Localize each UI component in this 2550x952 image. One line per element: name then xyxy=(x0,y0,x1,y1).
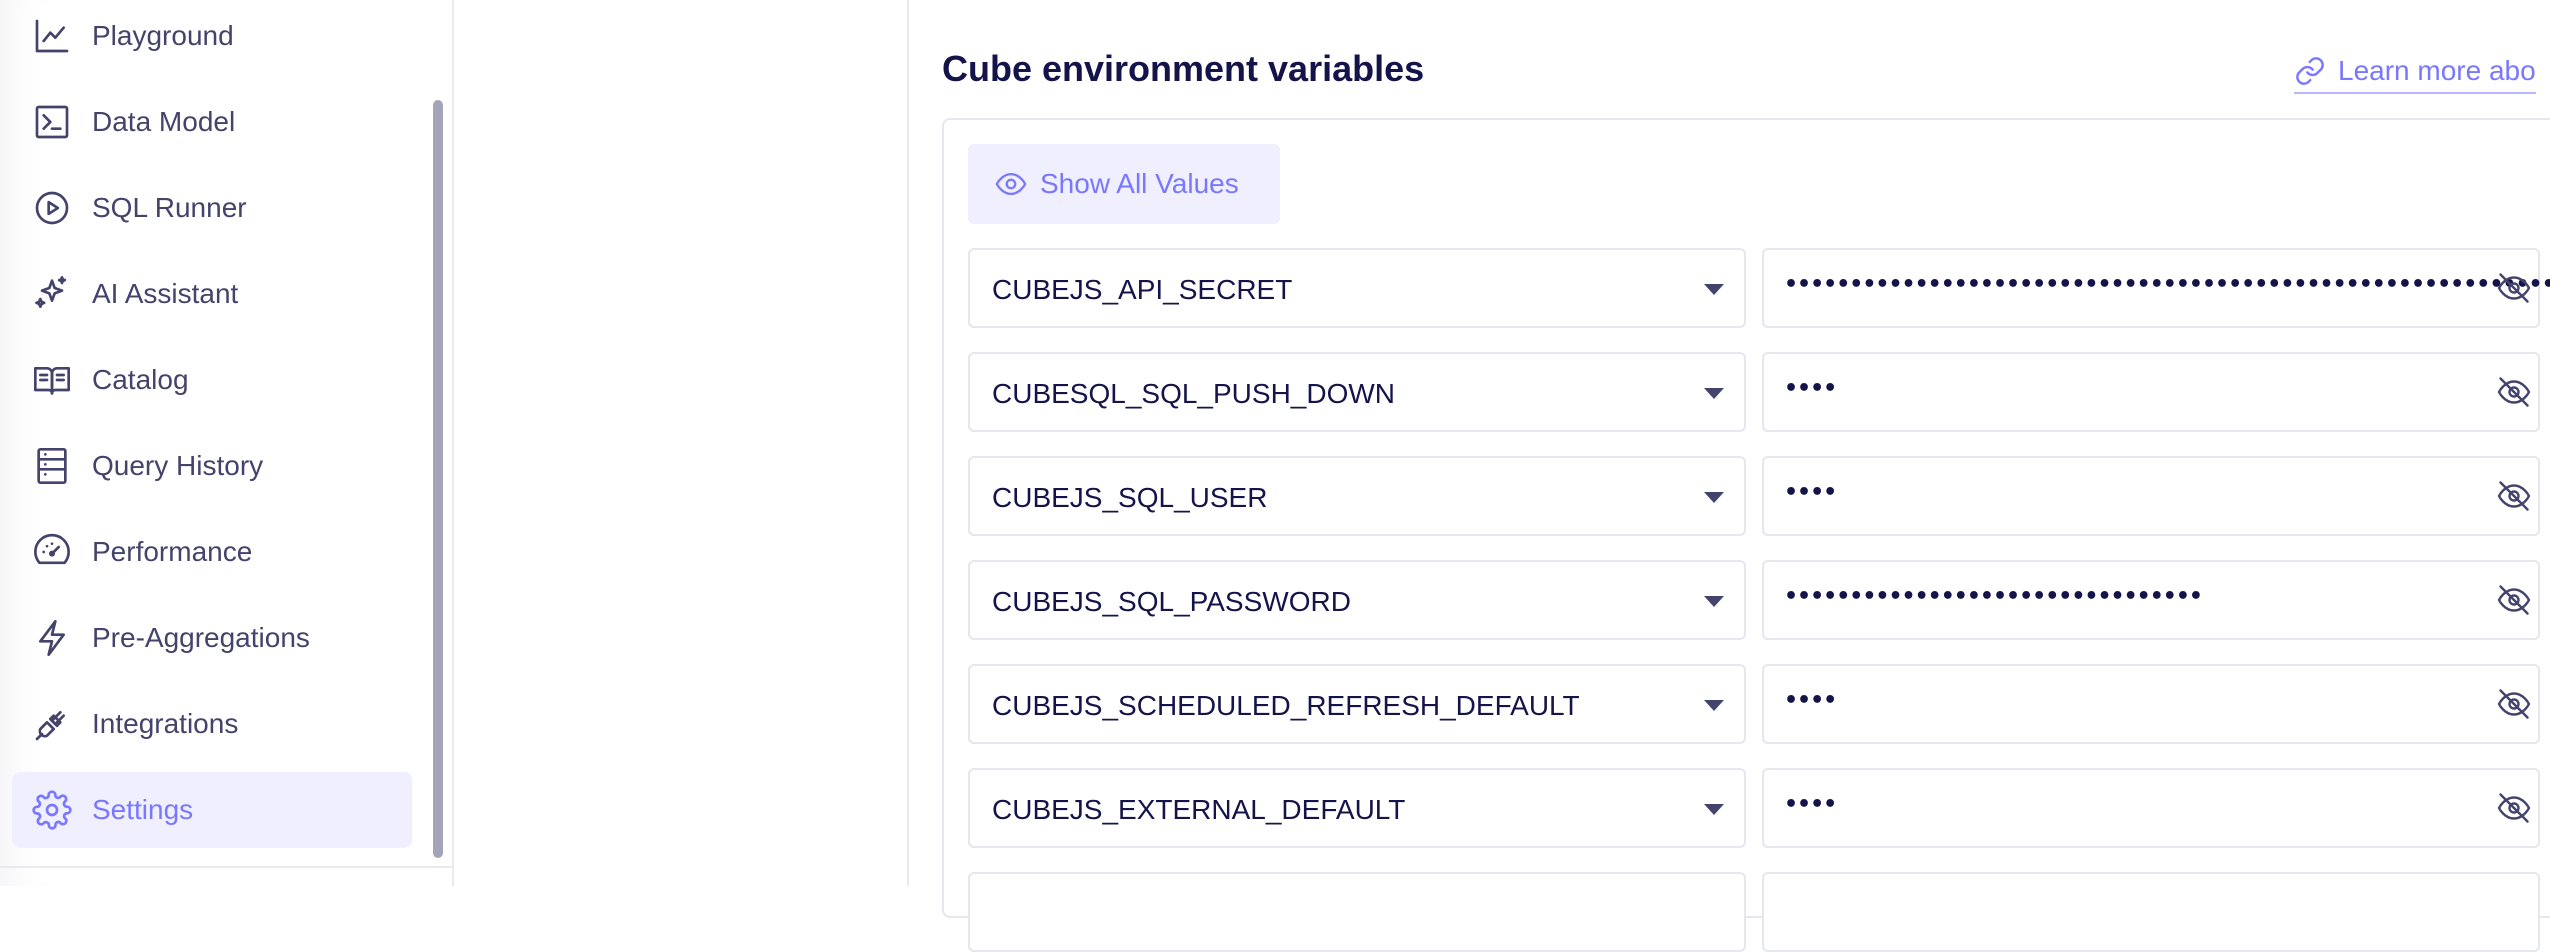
lightning-icon xyxy=(32,618,72,658)
env-var-key: CUBEJS_SQL_USER xyxy=(992,482,1268,513)
sidebar-bottom-divider xyxy=(0,866,452,868)
plug-icon xyxy=(32,704,72,744)
terminal-icon xyxy=(32,102,72,142)
section-title: Cube environment variables xyxy=(942,48,1425,89)
sidebar-item-settings[interactable]: Settings xyxy=(12,772,412,848)
env-var-row: CUBEJS_SQL_PASSWORD ••••••••••••••••••••… xyxy=(968,560,2550,640)
env-var-row: CUBEJS_SQL_USER •••• xyxy=(968,456,2550,536)
eye-off-icon[interactable] xyxy=(2496,686,2536,726)
gauge-icon xyxy=(32,532,72,572)
learn-more-link[interactable]: Learn more abo xyxy=(2294,50,2536,94)
env-var-value-field[interactable]: •••• xyxy=(1762,456,2540,536)
env-var-value: •••• xyxy=(1784,792,1837,817)
sidebar-item-label: AI Assistant xyxy=(92,278,239,309)
env-var-key-select[interactable]: CUBEJS_SQL_USER xyxy=(968,456,1746,536)
sidebar-item-label: Performance xyxy=(92,536,253,567)
env-var-value-field[interactable]: •••• xyxy=(1762,352,2540,432)
env-var-row: CUBEJS_SCHEDULED_REFRESH_DEFAULT •••• xyxy=(968,664,2550,744)
chevron-down-icon xyxy=(1704,388,1724,399)
book-icon xyxy=(32,360,72,400)
chevron-down-icon xyxy=(1704,804,1724,815)
sidebar-item-query-history[interactable]: Query History xyxy=(12,428,412,504)
gear-icon xyxy=(32,790,72,830)
sidebar-scrollbar[interactable] xyxy=(433,100,443,858)
sidebar-item-integrations[interactable]: Integrations xyxy=(12,686,412,762)
env-var-key-select[interactable]: CUBEJS_SQL_PASSWORD xyxy=(968,560,1746,640)
sidebar-item-catalog[interactable]: Catalog xyxy=(12,342,412,418)
learn-more-label: Learn more abo xyxy=(2338,55,2536,86)
env-var-key: CUBESQL_SQL_PUSH_DOWN xyxy=(992,378,1396,409)
env-var-value: •••• xyxy=(1784,376,1837,401)
eye-off-icon[interactable] xyxy=(2496,790,2536,830)
env-var-key-select[interactable] xyxy=(968,872,1746,952)
sidebar-item-sql-runner[interactable]: SQL Runner xyxy=(12,170,412,246)
env-var-row xyxy=(968,872,2550,952)
play-circle-icon xyxy=(32,188,72,228)
sidebar-item-label: Data Model xyxy=(92,106,236,137)
env-var-key-select[interactable]: CUBESQL_SQL_PUSH_DOWN xyxy=(968,352,1746,432)
sidebar-item-label: Playground xyxy=(92,20,234,51)
sidebar-item-label: Query History xyxy=(92,450,264,481)
show-all-values-label: Show All Values xyxy=(1040,168,1239,199)
env-var-row: CUBEJS_API_SECRET ••••••••••••••••••••••… xyxy=(968,248,2550,328)
sidebar-item-label: Integrations xyxy=(92,708,239,739)
env-var-key: CUBEJS_EXTERNAL_DEFAULT xyxy=(992,794,1406,825)
env-var-key: CUBEJS_API_SECRET xyxy=(992,274,1293,305)
env-var-key: CUBEJS_SCHEDULED_REFRESH_DEFAULT xyxy=(992,690,1580,721)
env-var-value: •••• xyxy=(1784,688,1837,713)
eye-icon xyxy=(995,172,1027,196)
eye-off-icon[interactable] xyxy=(2496,270,2536,310)
env-var-row: CUBEJS_EXTERNAL_DEFAULT •••• xyxy=(968,768,2550,848)
column-divider xyxy=(907,0,909,886)
chevron-down-icon xyxy=(1704,700,1724,711)
env-var-row: CUBESQL_SQL_PUSH_DOWN •••• xyxy=(968,352,2550,432)
chevron-down-icon xyxy=(1704,492,1724,503)
env-var-key-select[interactable]: CUBEJS_API_SECRET xyxy=(968,248,1746,328)
eye-off-icon[interactable] xyxy=(2496,478,2536,518)
env-var-key: CUBEJS_SQL_PASSWORD xyxy=(992,586,1351,617)
sidebar-item-playground[interactable]: Playground xyxy=(12,0,412,74)
link-icon xyxy=(2296,57,2324,85)
env-var-value: •••• xyxy=(1784,480,1837,505)
sidebar-item-label: SQL Runner xyxy=(92,192,247,223)
sidebar-item-label: Catalog xyxy=(92,364,189,395)
env-var-value: ••••••••••••••••••••••••••••••••••••••••… xyxy=(1784,272,2550,297)
eye-off-icon[interactable] xyxy=(2496,582,2536,622)
env-var-key-select[interactable]: CUBEJS_EXTERNAL_DEFAULT xyxy=(968,768,1746,848)
show-all-values-button[interactable]: Show All Values xyxy=(968,144,1280,224)
env-var-value-field[interactable]: •••••••••••••••••••••••••••••••• xyxy=(1762,560,2540,640)
sidebar-item-label: Pre-Aggregations xyxy=(92,622,310,653)
chart-line-icon xyxy=(32,16,72,56)
sidebar-item-pre-aggregations[interactable]: Pre-Aggregations xyxy=(12,600,412,676)
env-var-value-field[interactable]: •••• xyxy=(1762,664,2540,744)
list-icon xyxy=(32,446,72,486)
sidebar: Playground Data Model SQL Runner AI Assi… xyxy=(0,0,443,886)
sidebar-item-performance[interactable]: Performance xyxy=(12,514,412,590)
env-var-value-field[interactable]: ••••••••••••••••••••••••••••••••••••••••… xyxy=(1762,248,2550,328)
env-var-value: •••••••••••••••••••••••••••••••• xyxy=(1784,584,2203,609)
env-var-value-field[interactable] xyxy=(1762,872,2540,952)
eye-off-icon[interactable] xyxy=(2496,374,2536,414)
sidebar-item-data-model[interactable]: Data Model xyxy=(12,84,412,160)
sidebar-item-label: Settings xyxy=(92,794,194,825)
sidebar-item-ai-assistant[interactable]: AI Assistant xyxy=(12,256,412,332)
env-var-value-field[interactable]: •••• xyxy=(1762,768,2540,848)
chevron-down-icon xyxy=(1704,596,1724,607)
env-var-key-select[interactable]: CUBEJS_SCHEDULED_REFRESH_DEFAULT xyxy=(968,664,1746,744)
sparkles-icon xyxy=(32,274,72,314)
chevron-down-icon xyxy=(1704,284,1724,295)
sidebar-divider xyxy=(452,0,454,886)
